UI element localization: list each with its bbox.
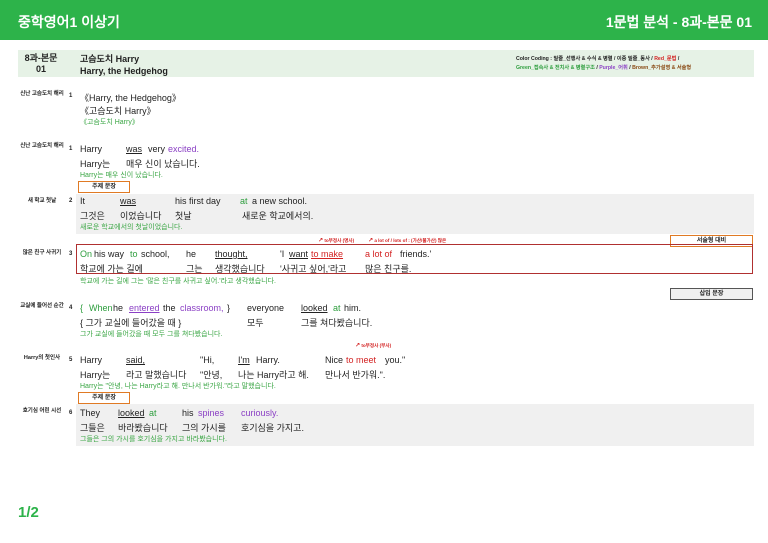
row-label: 새 학교 첫날	[27, 198, 57, 204]
translation-line: 그들은 그의 가시를 호기심을 가지고 바라봤습니다.	[80, 436, 227, 443]
grammar-note: ↗ a lot of / lots of : (가산/불가산) 많은	[368, 238, 447, 244]
lesson-band: 8과-본문 01 고슴도치 Harry Harry, the Hedgehog …	[18, 50, 754, 77]
row-number: 4	[69, 305, 73, 311]
sentence-row: 새 학교 첫날 2 It was his first day at a new …	[18, 194, 754, 234]
header-bar: 중학영어1 이상기 1문법 분석 - 8과-본문 01	[0, 0, 768, 40]
lesson-title-en: Harry, the Hedgehog	[80, 66, 168, 76]
row-label: 호기심 어린 시선	[22, 408, 62, 414]
lesson-title: 고슴도치 Harry Harry, the Hedgehog	[80, 53, 168, 77]
topic-sentence-tag: 주제 문장	[78, 392, 130, 404]
page-title: 1문법 분석 - 8과-본문 01	[605, 14, 752, 30]
row-label: 많은 친구 사귀기	[22, 250, 62, 256]
row-label: 신난 고슴도치 해리	[20, 143, 64, 149]
lesson-title-ko: 고슴도치 Harry	[80, 54, 140, 64]
topic-sentence-tag: 주제 문장	[78, 181, 130, 193]
translation-line: 학교에 가는 길에 그는 '많은 친구를 사귀고 싶어.'라고 생각했습니다.	[80, 278, 277, 285]
translation-line: Harry는 매우 신이 났습니다.	[80, 172, 163, 179]
row-number: 3	[69, 251, 73, 257]
row-number: 1	[69, 93, 73, 99]
row-number: 5	[69, 357, 73, 363]
row-label: 신난 고슴도치 해리	[20, 91, 64, 97]
row-number: 1	[69, 146, 73, 152]
row-number: 6	[69, 410, 73, 416]
page-indicator: 1/2	[18, 504, 39, 521]
row-label: Harry의 첫인사	[23, 355, 61, 361]
translation-line: Harry는 "안녕, 나는 Harry라고 해. 만나서 반가워."라고 말했…	[80, 383, 276, 390]
translation-line: 새로운 학교에서의 첫날이었습니다.	[80, 224, 183, 231]
grammar-note: ↗ to부정사 (부사)	[355, 343, 392, 349]
lesson-label: 8과-본문 01	[24, 53, 58, 74]
row-number: 2	[69, 198, 73, 204]
color-coding-legend: Color Coding : 밑줄_선행사 & 수식 & 병렬 / 이중 밑줄_…	[516, 56, 692, 71]
translation-line: 그가 교실에 들어갔을 때 모두 그를 쳐다봤습니다.	[80, 331, 223, 338]
inserted-sentence-tag: 삽입 문장	[670, 288, 753, 300]
sentence-row: 많은 친구 사귀기 3 On his way to school, he tho…	[18, 246, 754, 286]
row-label: 교실에 들어선 순간	[20, 303, 64, 309]
grammar-note: ↗ to부정사 (명사)	[318, 238, 355, 244]
translation-line: 《고슴도치 Harry》	[80, 119, 139, 126]
book-title: 중학영어1 이상기	[18, 14, 120, 30]
sentence-row: 호기심 어린 시선 6 They looked at his spines cu…	[18, 404, 754, 446]
